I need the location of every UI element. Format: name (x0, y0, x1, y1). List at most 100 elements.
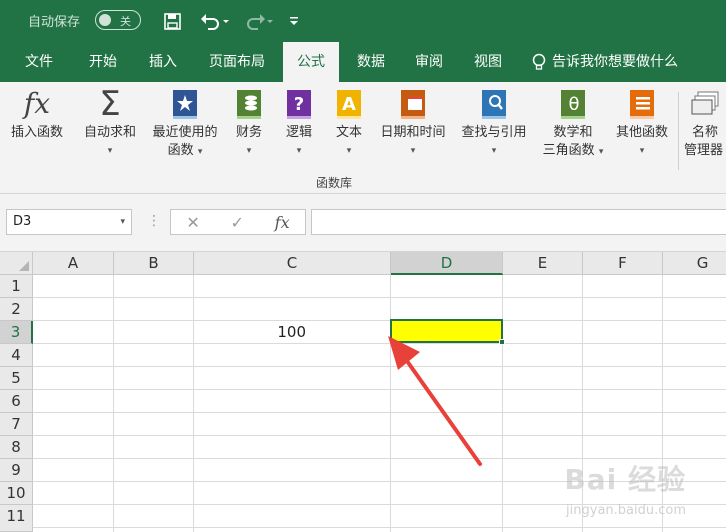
tell-me-box[interactable]: 告诉我你想要做什么 (532, 42, 678, 82)
chevron-down-icon: ▾ (346, 146, 352, 156)
ribbon-function-library: fx 插入函数 Σ 自动求和 ▾ 最近使用的 函数 ▾ 财务 ▾ ? 逻辑 ▾ … (0, 82, 726, 194)
enter-icon[interactable]: ✓ (231, 213, 244, 232)
column-header-c[interactable]: C (194, 252, 391, 275)
name-manager-button[interactable]: 名称 管理器 (684, 88, 726, 160)
gridline (193, 275, 194, 532)
recent-functions-button[interactable]: 最近使用的 函数 ▾ (146, 88, 224, 161)
logical-label: 逻辑 (285, 125, 312, 140)
insert-function-label: 插入函数 (10, 125, 63, 140)
row-header-11[interactable]: 11 (0, 505, 33, 532)
tab-file[interactable]: 文件 (12, 42, 66, 82)
chevron-down-icon: ▾ (107, 146, 113, 156)
row-header-8[interactable]: 8 (0, 436, 33, 459)
svg-text:?: ? (294, 94, 304, 115)
cancel-icon[interactable]: ✕ (186, 213, 199, 232)
finance-book-icon (234, 88, 264, 120)
column-header-e[interactable]: E (503, 252, 583, 275)
row-header-4[interactable]: 4 (0, 344, 33, 367)
row-header-6[interactable]: 6 (0, 390, 33, 413)
lookup-reference-button[interactable]: 查找与引用 ▾ (454, 88, 534, 160)
row-header-10[interactable]: 10 (0, 482, 33, 505)
formula-input[interactable] (311, 209, 726, 235)
formula-bar: D3 ▾ ⋮ ✕ ✓ fx (0, 194, 726, 252)
undo-button[interactable] (196, 8, 232, 34)
column-header-f[interactable]: F (583, 252, 663, 275)
sigma-icon: Σ (99, 84, 121, 124)
chevron-down-icon: ▾ (410, 146, 416, 156)
logical-button[interactable]: ? 逻辑 ▾ (278, 88, 320, 160)
text-button[interactable]: A 文本 ▾ (328, 88, 370, 160)
insert-function-button[interactable]: fx 插入函数 (4, 88, 70, 142)
baidu-watermark: Bai 经验 (564, 463, 686, 496)
redo-icon (247, 14, 273, 30)
math-trig-label-1: 数学和 (553, 125, 593, 140)
math-trig-label-2: 三角函数 ▾ (542, 143, 604, 158)
redo-button[interactable] (240, 8, 276, 34)
formula-buttons: ✕ ✓ fx (170, 209, 306, 235)
red-arrow-annotation (388, 336, 482, 466)
tab-view[interactable]: 视图 (461, 42, 515, 82)
svg-text:A: A (342, 94, 356, 115)
cell-c3[interactable]: 100 (194, 323, 306, 341)
recent-functions-label-2: 函数 ▾ (167, 143, 203, 158)
fill-handle[interactable] (499, 339, 505, 345)
save-button[interactable] (160, 8, 184, 34)
date-time-label: 日期和时间 (380, 125, 446, 140)
text-label: 文本 (335, 125, 362, 140)
theta-book-icon: θ (558, 88, 588, 120)
date-time-button[interactable]: 日期和时间 ▾ (374, 88, 452, 160)
tab-insert[interactable]: 插入 (136, 42, 190, 82)
text-book-icon: A (334, 88, 364, 120)
column-header-a[interactable]: A (33, 252, 114, 275)
row-header-5[interactable]: 5 (0, 367, 33, 390)
tab-data[interactable]: 数据 (344, 42, 398, 82)
row-header-1[interactable]: 1 (0, 275, 33, 298)
autosum-button[interactable]: Σ 自动求和 ▾ (78, 84, 142, 160)
row-header-3[interactable]: 3 (0, 321, 33, 344)
tell-me-label: 告诉我你想要做什么 (552, 54, 678, 70)
name-manager-label-2: 管理器 (684, 143, 724, 158)
undo-icon (201, 14, 229, 30)
name-manager-label-1: 名称 (692, 125, 719, 140)
name-manager-icon (690, 88, 720, 120)
column-header-b[interactable]: B (114, 252, 194, 275)
chevron-down-icon: ▾ (639, 146, 645, 156)
tab-home[interactable]: 开始 (76, 42, 130, 82)
select-all-button[interactable] (0, 252, 33, 275)
autosave-toggle[interactable]: 关 (95, 10, 141, 30)
financial-button[interactable]: 财务 ▾ (228, 88, 270, 160)
name-box[interactable]: D3 ▾ (6, 209, 132, 235)
more-functions-button[interactable]: 其他函数 ▾ (608, 88, 676, 160)
customize-qa-button[interactable] (286, 8, 302, 34)
autosave-label: 自动保存 (28, 15, 81, 30)
calendar-book-icon (398, 88, 428, 120)
lightbulb-icon (532, 53, 546, 70)
math-trig-button[interactable]: θ 数学和 三角函数 ▾ (534, 88, 612, 161)
column-header-d[interactable]: D (391, 252, 503, 275)
autosum-label: 自动求和 (83, 125, 136, 140)
tab-review[interactable]: 审阅 (402, 42, 456, 82)
save-icon (163, 12, 181, 30)
more-book-icon (627, 88, 657, 120)
column-header-g[interactable]: G (663, 252, 726, 275)
chevron-down-icon: ▾ (296, 146, 302, 156)
gridline (502, 275, 503, 532)
title-bar: 自动保存 关 (0, 0, 726, 42)
tab-page-layout[interactable]: 页面布局 (198, 42, 276, 82)
row-header-7[interactable]: 7 (0, 413, 33, 436)
svg-text:θ: θ (568, 94, 579, 115)
group-label-function-library: 函数库 (316, 176, 353, 190)
worksheet-grid[interactable]: A B C D E F G 1 2 3 4 5 6 7 8 9 10 11 10… (0, 252, 726, 532)
star-book-icon (170, 88, 200, 120)
row-header-2[interactable]: 2 (0, 298, 33, 321)
gridline (113, 275, 114, 532)
chevron-down-icon: ▾ (491, 146, 497, 156)
row-header-9[interactable]: 9 (0, 459, 33, 482)
gridline (33, 320, 726, 321)
customize-qa-icon (290, 17, 298, 25)
gridline (33, 527, 726, 528)
search-book-icon (479, 88, 509, 120)
fx-icon: fx (23, 87, 51, 120)
tab-formulas[interactable]: 公式 (283, 42, 339, 82)
insert-function-icon[interactable]: fx (275, 213, 290, 232)
